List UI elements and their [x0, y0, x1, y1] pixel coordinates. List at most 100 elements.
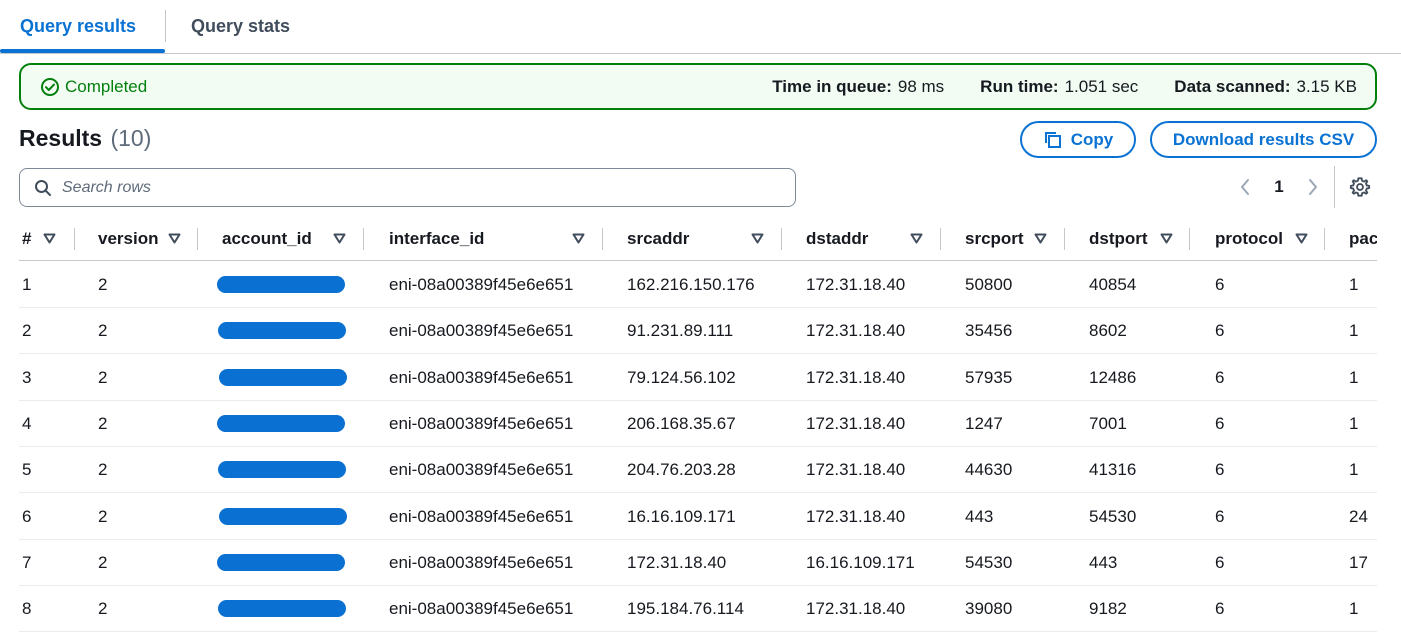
- stat-label: Time in queue:: [772, 76, 892, 96]
- column-header-index[interactable]: #: [22, 216, 31, 261]
- chevron-left-icon: [1241, 179, 1249, 195]
- column-resizer[interactable]: [197, 228, 198, 250]
- table-preferences-button[interactable]: [1348, 174, 1372, 200]
- chevron-right-icon: [1309, 179, 1317, 195]
- cell-protocol: 6: [1215, 275, 1225, 294]
- column-resizer[interactable]: [1324, 228, 1325, 250]
- cell-srcport: 57935: [965, 367, 1013, 387]
- cell-pac: 1: [1349, 460, 1359, 480]
- column-resizer[interactable]: [940, 228, 941, 250]
- cell-dstaddr: 172.31.18.40: [806, 367, 906, 387]
- table-row: 1 2 eni-08a00389f45e6e651 162.216.150.176 17…: [19, 262, 1377, 308]
- column-header-srcaddr[interactable]: srcaddr: [627, 216, 689, 261]
- cell-srcaddr: 79.124.56.102: [627, 367, 736, 387]
- active-tab-indicator: [0, 49, 165, 53]
- cell-protocol: 6: [1215, 506, 1225, 526]
- cell-version: 2: [98, 275, 108, 294]
- cell-dstport: 41316: [1089, 460, 1137, 480]
- column-header-interface-id[interactable]: interface_id: [389, 216, 484, 261]
- column-resizer[interactable]: [602, 228, 603, 250]
- redacted-account-id: [219, 368, 347, 386]
- cell-pac: 1: [1349, 367, 1359, 387]
- redacted-account-id: [218, 461, 346, 479]
- search-rows: [19, 168, 796, 207]
- page-number-current[interactable]: 1: [1268, 172, 1290, 202]
- column-header-label: #: [22, 228, 32, 248]
- table-row: 6 2 eni-08a00389f45e6e651 16.16.109.171 172.…: [19, 494, 1377, 540]
- download-results-csv-button[interactable]: Download results CSV: [1150, 121, 1377, 158]
- table-row: 5 2 eni-08a00389f45e6e651 204.76.203.28 172.…: [19, 447, 1377, 494]
- column-header-version[interactable]: version: [98, 216, 158, 261]
- column-header-protocol[interactable]: protocol: [1215, 216, 1283, 261]
- cell-srcaddr: 206.168.35.67: [627, 413, 736, 433]
- cell-index: 3: [22, 367, 32, 387]
- sort-caret-down-icon[interactable]: [168, 233, 181, 244]
- cell-version: 2: [98, 321, 108, 341]
- column-header-srcport[interactable]: srcport: [965, 216, 1024, 261]
- next-page-button[interactable]: [1302, 172, 1324, 202]
- stat-data-scanned: Data scanned: 3.15 KB: [1174, 77, 1357, 97]
- column-header-pac[interactable]: pac: [1349, 216, 1377, 261]
- column-resizer[interactable]: [74, 228, 75, 250]
- column-resizer[interactable]: [363, 228, 364, 250]
- column-header-label: pac: [1349, 228, 1377, 248]
- results-tabs: Query results Query stats: [0, 0, 1401, 54]
- cell-index: 4: [22, 413, 32, 433]
- previous-page-button[interactable]: [1234, 172, 1256, 202]
- cell-dstport: 54530: [1089, 506, 1137, 526]
- sort-caret-down-icon[interactable]: [333, 233, 346, 244]
- copy-label: Copy: [1070, 129, 1114, 149]
- column-header-dstport[interactable]: dstport: [1089, 216, 1148, 261]
- cell-dstport: 40854: [1089, 275, 1137, 294]
- column-header-label: dstaddr: [806, 228, 869, 248]
- column-header-account-id[interactable]: account_id: [222, 216, 312, 261]
- cell-version: 2: [98, 506, 108, 526]
- table-row: 3 2 eni-08a00389f45e6e651 79.124.56.102 172.…: [19, 355, 1377, 401]
- cell-dstport: 12486: [1089, 367, 1137, 387]
- cell-dstaddr: 172.31.18.40: [806, 599, 906, 619]
- copy-button[interactable]: Copy: [1020, 121, 1136, 158]
- column-header-dstaddr[interactable]: dstaddr: [806, 216, 868, 261]
- redacted-account-id: [217, 414, 345, 432]
- cell-protocol: 6: [1215, 460, 1225, 480]
- column-resizer[interactable]: [1064, 228, 1065, 250]
- status-text: Completed: [65, 76, 148, 96]
- search-input[interactable]: [62, 178, 762, 197]
- sort-caret-down-icon[interactable]: [910, 233, 923, 244]
- tab-query-results[interactable]: Query results: [20, 0, 136, 53]
- cell-interface-id: eni-08a00389f45e6e651: [389, 460, 574, 480]
- cell-index: 1: [22, 275, 32, 294]
- cell-srcaddr: 172.31.18.40: [627, 552, 727, 572]
- tab-query-stats[interactable]: Query stats: [191, 0, 290, 53]
- cell-index: 8: [22, 599, 32, 619]
- cell-pac: 24: [1349, 506, 1368, 526]
- cell-interface-id: eni-08a00389f45e6e651: [389, 413, 574, 433]
- sort-caret-down-icon[interactable]: [1160, 233, 1173, 244]
- sort-caret-down-icon[interactable]: [572, 233, 585, 244]
- cell-srcaddr: 91.231.89.111: [627, 321, 734, 341]
- cell-protocol: 6: [1215, 413, 1225, 433]
- column-header-label: account_id: [222, 228, 312, 248]
- column-header-label: dstport: [1089, 228, 1148, 248]
- cell-dstport: 443: [1089, 552, 1118, 572]
- sort-caret-down-icon[interactable]: [751, 233, 764, 244]
- cell-interface-id: eni-08a00389f45e6e651: [389, 552, 574, 572]
- cell-version: 2: [98, 413, 108, 433]
- tab-divider: [165, 10, 166, 42]
- sort-caret-down-icon[interactable]: [43, 233, 56, 244]
- cell-dstport: 9182: [1089, 599, 1127, 619]
- column-header-label: srcport: [965, 228, 1024, 248]
- cell-srcport: 50800: [965, 275, 1013, 294]
- cell-srcaddr: 195.184.76.114: [627, 599, 744, 619]
- cell-interface-id: eni-08a00389f45e6e651: [389, 506, 574, 526]
- cell-index: 2: [22, 321, 32, 341]
- column-resizer[interactable]: [781, 228, 782, 250]
- redacted-account-id: [217, 276, 345, 293]
- cell-srcport: 1247: [965, 413, 1003, 433]
- sort-caret-down-icon[interactable]: [1034, 233, 1047, 244]
- table-row: 8 2 eni-08a00389f45e6e651 195.184.76.114 172…: [19, 586, 1377, 633]
- redacted-account-id: [217, 553, 345, 571]
- sort-caret-down-icon[interactable]: [1295, 233, 1308, 244]
- column-resizer[interactable]: [1189, 228, 1190, 250]
- cell-protocol: 6: [1215, 321, 1225, 341]
